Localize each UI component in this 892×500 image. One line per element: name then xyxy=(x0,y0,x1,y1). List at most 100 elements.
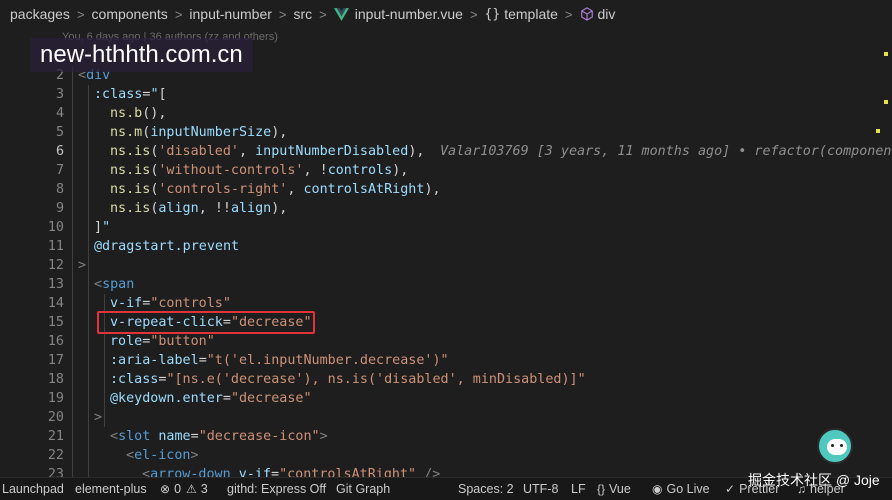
indent-guide xyxy=(72,66,73,477)
code-line[interactable]: 3 :class="[ xyxy=(0,85,892,104)
code-line[interactable]: 6 ns.is('disabled', inputNumberDisabled),… xyxy=(0,142,892,161)
breadcrumb-src[interactable]: src xyxy=(294,6,313,22)
code-line[interactable]: 18 :class="[ns.e('decrease'), ns.is('disa… xyxy=(0,370,892,389)
line-number: 11 xyxy=(47,239,64,254)
git-graph-button[interactable]: Git Graph xyxy=(336,482,390,496)
line-number: 3 xyxy=(55,87,64,102)
line-number: 23 xyxy=(47,467,64,477)
eol-button[interactable]: LF xyxy=(571,482,586,496)
indent-guide xyxy=(88,85,89,477)
language-label: Vue xyxy=(609,482,631,496)
code-text: <el-icon> xyxy=(126,448,199,463)
indentation-button[interactable]: Spaces: 2 xyxy=(458,482,514,496)
code-text: ns.m(inputNumberSize), xyxy=(110,125,288,140)
problems-button[interactable]: ⊗ 0 ⚠ 3 xyxy=(160,482,208,496)
line-number: 22 xyxy=(47,448,64,463)
code-text: <slot name="decrease-icon"> xyxy=(110,429,328,444)
chevron-right-icon: > xyxy=(174,6,183,22)
code-line[interactable]: 10]" xyxy=(0,218,892,237)
watermark: new-hthhth.com.cn xyxy=(30,38,253,72)
line-number: 15 xyxy=(47,315,64,330)
chevron-right-icon: > xyxy=(469,6,478,22)
scroll-marker xyxy=(884,52,888,56)
code-line[interactable]: 8 ns.is('controls-right', controlsAtRight… xyxy=(0,180,892,199)
go-live-button[interactable]: ◉ Go Live xyxy=(652,482,710,496)
code-text: :class="[ns.e('decrease'), ns.is('disabl… xyxy=(110,372,586,387)
code-line[interactable]: 13 <span xyxy=(0,275,892,294)
line-number: 14 xyxy=(47,296,64,311)
code-line[interactable]: 9 ns.is(align, !!align), xyxy=(0,199,892,218)
line-number: 18 xyxy=(47,372,64,387)
code-line[interactable]: 12 > xyxy=(0,256,892,275)
inline-blame[interactable]: Valar103769 [3 years, 11 months ago] • r… xyxy=(440,142,892,161)
error-count: 0 xyxy=(174,482,182,496)
code-text: ns.b(), xyxy=(110,106,167,121)
breadcrumb-input-number[interactable]: input-number xyxy=(189,6,272,22)
code-text: :aria-label="t('el.inputNumber.decrease'… xyxy=(110,353,449,368)
breadcrumb-packages[interactable]: packages xyxy=(10,6,70,22)
line-number: 10 xyxy=(47,220,64,235)
code-line[interactable]: 19 @keydown.enter="decrease" xyxy=(0,389,892,408)
code-line[interactable]: 20 > xyxy=(0,408,892,427)
breadcrumb-components[interactable]: components xyxy=(92,6,168,22)
chevron-right-icon: > xyxy=(319,6,327,22)
line-number: 5 xyxy=(55,125,64,140)
site-credit: 掘金技术社区 @ Joje xyxy=(748,472,880,488)
code-text: ns.is('disabled', inputNumberDisabled), xyxy=(110,144,425,159)
breadcrumb-div[interactable]: div xyxy=(598,6,616,22)
code-text: @keydown.enter="decrease" xyxy=(110,391,312,406)
code-line[interactable]: 17 :aria-label="t('el.inputNumber.decreas… xyxy=(0,351,892,370)
code-text: <span xyxy=(94,277,135,292)
check-double-icon: ✓ xyxy=(725,482,736,496)
chevron-right-icon: > xyxy=(564,6,573,22)
code-line[interactable]: 4 ns.b(), xyxy=(0,104,892,123)
code-line[interactable]: 16 role="button" xyxy=(0,332,892,351)
code-line[interactable]: 11 @dragstart.prevent xyxy=(0,237,892,256)
breadcrumb-file[interactable]: input-number.vue xyxy=(355,6,463,22)
code-line[interactable]: 7 ns.is('without-controls', !controls), xyxy=(0,161,892,180)
go-live-label: Go Live xyxy=(666,482,710,496)
line-number: 12 xyxy=(47,258,64,273)
line-number: 19 xyxy=(47,391,64,406)
avatar-face xyxy=(827,439,847,455)
code-text: ns.is(align, !!align), xyxy=(110,201,288,216)
code-text: ns.is('without-controls', !controls), xyxy=(110,163,409,178)
line-number: 16 xyxy=(47,334,64,349)
encoding-button[interactable]: UTF-8 xyxy=(523,482,558,496)
code-line[interactable]: 22 <el-icon> xyxy=(0,446,892,465)
scroll-marker xyxy=(876,129,880,133)
launchpad-button[interactable]: Launchpad xyxy=(2,482,64,496)
warning-icon: ⚠ xyxy=(186,482,197,496)
line-number: 6 xyxy=(55,144,64,159)
branch-button[interactable]: element-plus xyxy=(75,482,147,496)
code-text: :class="[ xyxy=(94,87,167,102)
code-text: ns.is('controls-right', controlsAtRight)… xyxy=(110,182,441,197)
line-number: 9 xyxy=(55,201,64,216)
githd-button[interactable]: githd: Express Off xyxy=(227,482,326,496)
highlight-box xyxy=(97,311,315,334)
language-button[interactable]: {} Vue xyxy=(597,482,631,496)
line-number: 21 xyxy=(47,429,64,444)
line-number: 17 xyxy=(47,353,64,368)
error-icon: ⊗ xyxy=(160,482,171,496)
line-number: 20 xyxy=(47,410,64,425)
braces-icon: {} xyxy=(597,482,606,496)
code-editor[interactable]: 12<div3:class="[4ns.b(),5ns.m(inputNumbe… xyxy=(0,46,892,477)
scroll-marker xyxy=(884,100,888,104)
avatar-eye xyxy=(831,444,834,447)
chevron-right-icon: > xyxy=(76,6,85,22)
code-line[interactable]: 21 <slot name="decrease-icon"> xyxy=(0,427,892,446)
code-line[interactable]: 5 ns.m(inputNumberSize), xyxy=(0,123,892,142)
line-number: 13 xyxy=(47,277,64,292)
line-number: 8 xyxy=(55,182,64,197)
avatar[interactable] xyxy=(817,428,853,464)
line-number: 7 xyxy=(55,163,64,178)
code-text: <arrow-down v-if="controlsAtRight" /> xyxy=(142,467,441,477)
code-text: > xyxy=(78,258,87,273)
avatar-eye xyxy=(840,444,843,447)
breadcrumb-template[interactable]: template xyxy=(504,6,558,22)
cube-icon xyxy=(580,7,593,21)
chevron-right-icon: > xyxy=(278,6,287,22)
code-text: role="button" xyxy=(110,334,215,349)
vue-icon xyxy=(333,7,349,21)
